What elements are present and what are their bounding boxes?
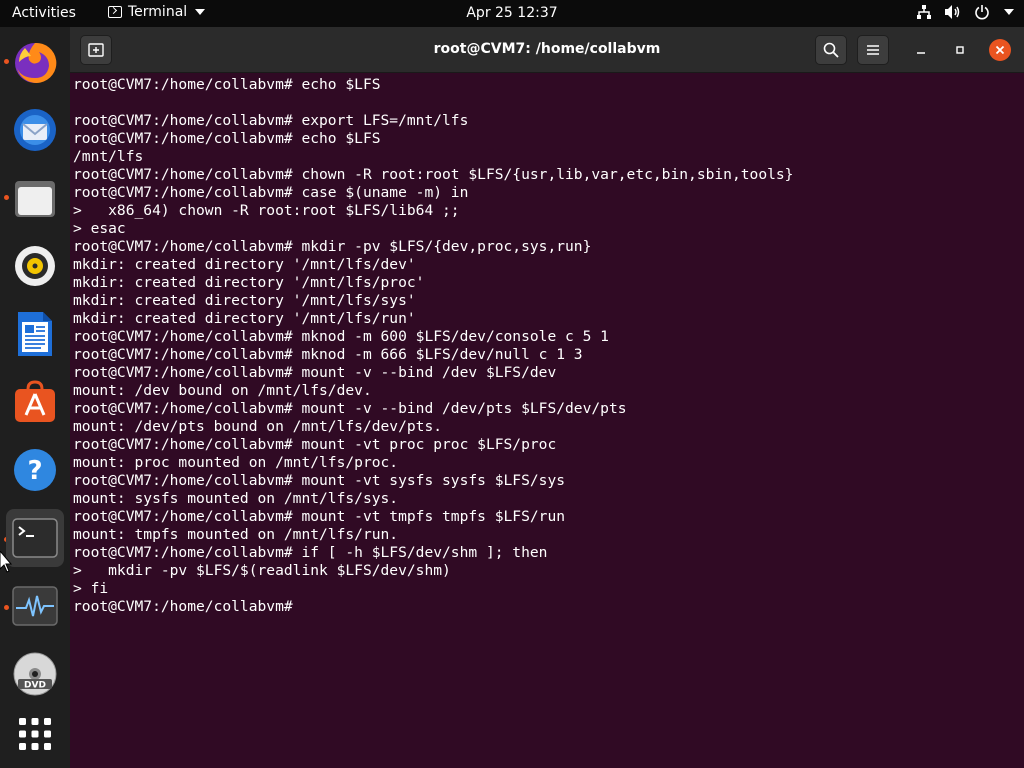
- help-icon: ?: [14, 449, 56, 491]
- power-icon[interactable]: [974, 4, 990, 20]
- terminal-line: root@CVM7:/home/collabvm# mount -v --bin…: [73, 364, 557, 381]
- chevron-down-icon: [1004, 9, 1014, 15]
- terminal-output[interactable]: root@CVM7:/home/collabvm# echo $LFS root@…: [73, 76, 1008, 762]
- terminal-line: mount: tmpfs mounted on /mnt/lfs/run.: [73, 526, 399, 543]
- window-title: root@CVM7: /home/collabvm: [433, 41, 661, 57]
- search-button[interactable]: [815, 35, 847, 65]
- software-store-icon: [15, 380, 55, 422]
- network-icon[interactable]: [916, 4, 932, 20]
- terminal-line: root@CVM7:/home/collabvm# mount -vt sysf…: [73, 472, 566, 489]
- terminal-line: /mnt/lfs: [73, 148, 144, 165]
- minimize-button[interactable]: [910, 39, 932, 61]
- mouse-cursor-icon: [0, 551, 12, 573]
- minimize-icon: [917, 52, 925, 54]
- terminal-line: > fi: [73, 580, 109, 597]
- maximize-button[interactable]: [949, 39, 971, 61]
- terminal-line: > x86_64) chown -R root:root $LFS/lib64 …: [73, 202, 460, 219]
- thunderbird-icon: [14, 109, 56, 151]
- rhythmbox-icon: [15, 246, 55, 286]
- dock-item-rhythmbox[interactable]: [6, 237, 64, 295]
- activities-button[interactable]: Activities: [12, 5, 76, 21]
- system-monitor-icon: [12, 586, 58, 626]
- firefox-icon: [15, 42, 57, 83]
- svg-text:DVD: DVD: [24, 681, 46, 691]
- close-button[interactable]: [989, 39, 1011, 61]
- dock-item-firefox[interactable]: [6, 33, 64, 91]
- terminal-line: mkdir: created directory '/mnt/lfs/sys': [73, 292, 416, 309]
- terminal-window: root@CVM7: /home/collabvm root@CVM7:/hom…: [70, 27, 1024, 768]
- terminal-line: mount: sysfs mounted on /mnt/lfs/sys.: [73, 490, 399, 507]
- dock-item-system-monitor[interactable]: [6, 577, 64, 635]
- menu-button[interactable]: [857, 35, 889, 65]
- search-icon: [823, 42, 839, 58]
- dock-item-terminal[interactable]: [6, 509, 64, 567]
- dvd-icon: DVD: [13, 652, 57, 696]
- terminal-line: root@CVM7:/home/collabvm# if [ -h $LFS/d…: [73, 544, 548, 561]
- window-header-bar[interactable]: root@CVM7: /home/collabvm: [70, 27, 1024, 73]
- system-tray[interactable]: [916, 4, 1014, 20]
- terminal-line: root@CVM7:/home/collabvm#: [73, 598, 302, 615]
- app-menu-label: Terminal: [128, 4, 188, 20]
- clock[interactable]: Apr 25 12:37: [466, 5, 557, 21]
- terminal-line: root@CVM7:/home/collabvm# mknod -m 600 $…: [73, 328, 609, 345]
- dock-item-dvd[interactable]: DVD: [6, 645, 64, 703]
- new-tab-button[interactable]: [80, 35, 112, 65]
- new-tab-icon: [88, 43, 104, 57]
- terminal-line: root@CVM7:/home/collabvm# case $(uname -…: [73, 184, 469, 201]
- dock-item-ubuntu-software[interactable]: [6, 373, 64, 431]
- scrollbar[interactable]: [1014, 75, 1020, 765]
- document-writer-icon: [18, 312, 52, 356]
- terminal-line: > mkdir -pv $LFS/$(readlink $LFS/dev/shm…: [73, 562, 451, 579]
- terminal-line: root@CVM7:/home/collabvm# mount -vt tmpf…: [73, 508, 566, 525]
- terminal-line: root@CVM7:/home/collabvm# export LFS=/mn…: [73, 112, 469, 129]
- dock-item-help[interactable]: ?: [6, 441, 64, 499]
- terminal-line: > esac: [73, 220, 126, 237]
- terminal-line: root@CVM7:/home/collabvm# mknod -m 666 $…: [73, 346, 583, 363]
- terminal-line: root@CVM7:/home/collabvm# mount -v --bin…: [73, 400, 627, 417]
- dock-item-files[interactable]: [6, 169, 64, 227]
- top-bar: Activities Terminal Apr 25 12:37: [0, 0, 1024, 27]
- dock-item-thunderbird[interactable]: [6, 101, 64, 159]
- chevron-down-icon: [195, 9, 206, 15]
- dock-item-writer[interactable]: [6, 305, 64, 363]
- terminal-line: root@CVM7:/home/collabvm# mkdir -pv $LFS…: [73, 238, 592, 255]
- terminal-line: root@CVM7:/home/collabvm# chown -R root:…: [73, 166, 794, 183]
- restore-icon: [956, 46, 964, 54]
- terminal-line: mkdir: created directory '/mnt/lfs/dev': [73, 256, 416, 273]
- folder-icon: [15, 181, 55, 217]
- terminal-line: root@CVM7:/home/collabvm# echo $LFS: [73, 76, 381, 93]
- terminal-line: mount: proc mounted on /mnt/lfs/proc.: [73, 454, 399, 471]
- volume-icon[interactable]: [944, 4, 962, 20]
- terminal-line: mkdir: created directory '/mnt/lfs/proc': [73, 274, 425, 291]
- app-grid-icon: [19, 718, 51, 750]
- terminal-line: mount: /dev bound on /mnt/lfs/dev.: [73, 382, 372, 399]
- terminal-line: mount: /dev/pts bound on /mnt/lfs/dev/pt…: [73, 418, 443, 435]
- svg-text:?: ?: [27, 456, 42, 486]
- terminal-icon: [12, 518, 58, 558]
- terminal-line: mkdir: created directory '/mnt/lfs/run': [73, 310, 416, 327]
- terminal-icon: [108, 6, 122, 18]
- app-menu[interactable]: Terminal: [108, 4, 206, 20]
- dock: ? DVD: [0, 27, 70, 768]
- terminal-line: root@CVM7:/home/collabvm# echo $LFS: [73, 130, 381, 147]
- close-icon: [995, 45, 1005, 55]
- show-applications-button[interactable]: [6, 705, 64, 763]
- hamburger-menu-icon: [867, 45, 879, 55]
- terminal-line: root@CVM7:/home/collabvm# mount -vt proc…: [73, 436, 557, 453]
